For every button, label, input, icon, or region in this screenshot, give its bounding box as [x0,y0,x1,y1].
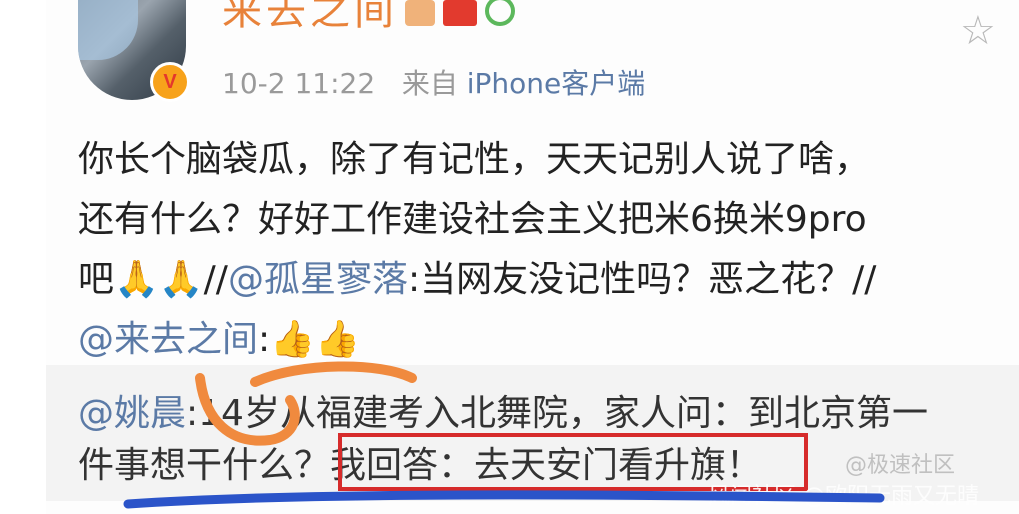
retweet-body: :14岁从福建考入北舞院，家人问：到北京第一 [186,393,928,434]
thumbs-up-emoji-icon: 👍👍 [270,319,360,360]
post-source-prefix: 来自 [401,67,458,100]
user-badges [405,0,515,40]
post-body-line: @来去之间:👍👍 [78,310,998,370]
mention-link[interactable]: @来去之间 [78,319,258,360]
watermark-credit: 风闻社区 @欧阳无雨又无晴 [708,484,979,509]
mention-link[interactable]: @孤星寥落 [228,259,408,300]
post-body-line: 你长个脑袋瓜，除了有记性，天天记别人说了啥， [78,139,871,180]
post-body-line: 吧🙏🙏//@孤星寥落:当网友没记性吗？恶之花？// [78,250,998,310]
post-source[interactable]: iPhone客户端 [467,67,646,100]
verified-badge-icon: V [150,62,190,102]
post-body-line: 还有什么？好好工作建设社会主义把米6换米9pro [78,199,867,240]
body-text: :当网友没记性吗？恶之花？// [407,259,877,300]
body-text: : [258,319,271,360]
left-margin [0,0,46,514]
post-username[interactable]: 来去之间 [222,0,398,36]
post-timestamp: 10-2 11:22 [222,67,376,100]
post-body: 你长个脑袋瓜，除了有记性，天天记别人说了啥， 还有什么？好好工作建设社会主义把米… [78,130,998,370]
pray-emoji-icon: 🙏🙏 [114,259,204,300]
member-badge-icon [405,0,435,26]
mention-link[interactable]: @姚晨 [78,393,186,434]
retweet-body: 件事想干什么？ [78,445,331,486]
post-meta: 10-2 11:22 来自 iPhone客户端 [222,62,645,102]
watermark-logo: @极速社区 [845,453,956,478]
flag-badge-icon [443,0,477,26]
body-text: // [203,259,228,300]
body-text: 吧 [78,259,115,300]
circle-badge-icon [485,0,515,26]
favorite-star-icon[interactable]: ☆ [960,8,996,54]
